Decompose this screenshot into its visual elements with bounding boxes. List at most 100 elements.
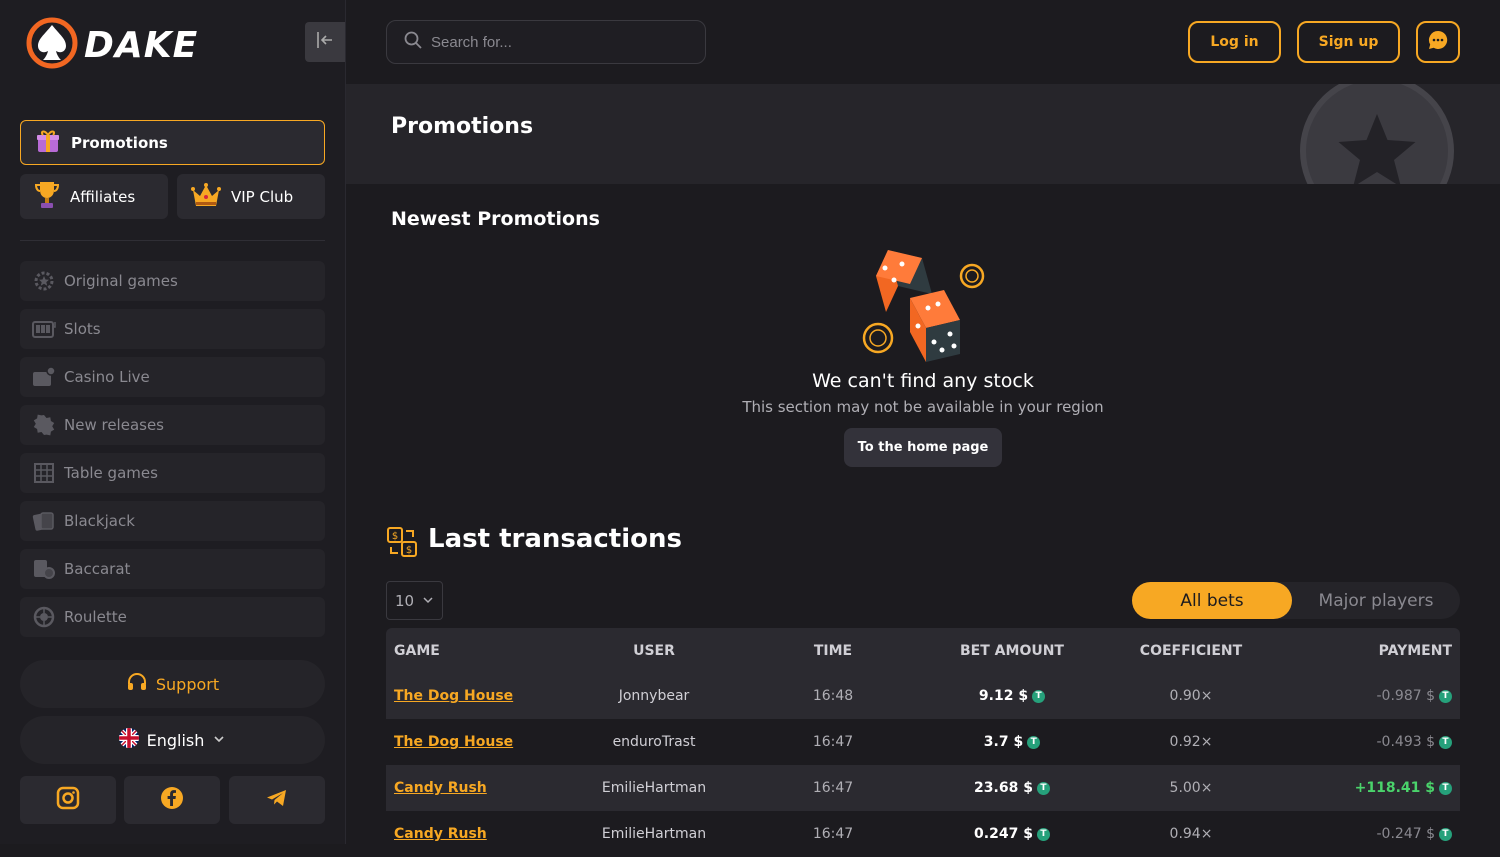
grid-board-icon (32, 461, 56, 485)
chat-icon (1427, 29, 1449, 55)
user-cell: EmilieHartman (601, 780, 707, 796)
svg-text:$: $ (406, 545, 412, 556)
sidebar-item-label: Casino Live (64, 368, 150, 386)
sidebar-divider (20, 240, 325, 241)
time-cell: 16:47 (812, 826, 854, 842)
game-link[interactable]: The Dog House (394, 688, 513, 704)
slot-machine-icon (32, 317, 56, 341)
search-box[interactable] (386, 20, 706, 64)
sidebar-item-new-releases[interactable]: New releases (20, 405, 325, 445)
payment-cell: -0.987 $ T (1262, 688, 1460, 704)
user-cell: EmilieHartman (601, 826, 707, 842)
sidebar-item-label: Baccarat (64, 560, 131, 578)
empty-state: We can't find any stock This section may… (700, 246, 1146, 467)
payment-cell: +118.41 $ T (1262, 780, 1460, 796)
star-coin-icon (1300, 84, 1454, 184)
coef-cell: 0.90× (1169, 688, 1213, 704)
payment-value: -0.493 $ (1376, 734, 1436, 750)
promotions-label: Promotions (71, 133, 168, 152)
exchange-icon: $ $ (386, 526, 418, 562)
time-cell: 16:47 (812, 734, 854, 750)
affiliates-button[interactable]: Affiliates (20, 174, 168, 219)
language-selector[interactable]: English (20, 716, 325, 764)
bet-cell: 23.68 $ T (904, 780, 1120, 796)
tether-icon: T (1439, 827, 1452, 841)
trophy-icon (34, 180, 60, 214)
spade-logo-icon (26, 17, 78, 73)
tether-icon: T (1036, 781, 1050, 795)
bets-filter-toggle: All bets Major players (1132, 582, 1460, 619)
facebook-icon (160, 786, 184, 814)
instagram-button[interactable] (20, 776, 116, 824)
transactions-table: GAME USER TIME BET AMOUNT COEFFICIENT PA… (386, 628, 1460, 857)
time-cell: 16:47 (812, 780, 854, 796)
home-page-button[interactable]: To the home page (843, 428, 1003, 467)
facebook-button[interactable] (124, 776, 220, 824)
tether-icon: T (1439, 735, 1452, 749)
language-label: English (146, 730, 205, 750)
page-title: Promotions (391, 114, 534, 139)
affiliates-label: Affiliates (70, 187, 136, 206)
promotions-button[interactable]: Promotions (20, 120, 325, 165)
tether-icon: T (1032, 689, 1046, 703)
page-size-select[interactable]: 10 (386, 581, 443, 620)
chevron-down-icon (422, 592, 434, 610)
user-cell: Jonnybear (618, 688, 690, 704)
telegram-button[interactable] (229, 776, 325, 824)
empty-title: We can't find any stock (812, 370, 1034, 392)
coef-cell: 0.94× (1169, 826, 1213, 842)
table-row: The Dog House Jonnybear 16:48 9.12 $ T 0.… (386, 673, 1460, 719)
sidebar-item-roulette[interactable]: Roulette (20, 597, 325, 637)
collapse-sidebar-button[interactable] (305, 22, 345, 62)
search-input[interactable] (431, 33, 691, 51)
bet-value: 0.247 $ (974, 826, 1033, 842)
gear-badge-icon (32, 269, 56, 293)
col-user: USER (633, 642, 675, 659)
dice-icon (858, 246, 988, 368)
support-label: Support (155, 674, 220, 694)
col-time: TIME (813, 642, 853, 659)
crown-icon (191, 182, 221, 212)
sidebar-item-casino-live[interactable]: Casino Live (20, 357, 325, 397)
bet-cell: 3.7 $ T (904, 734, 1120, 750)
tab-all-bets[interactable]: All bets (1132, 582, 1292, 619)
page-size-value: 10 (394, 591, 415, 610)
sidebar-item-label: Roulette (64, 608, 127, 626)
live-tv-icon (32, 365, 56, 389)
signup-button[interactable]: Sign up (1297, 21, 1400, 63)
payment-cell: -0.247 $ T (1262, 826, 1460, 842)
user-cell: enduroTrast (612, 734, 696, 750)
support-button[interactable]: Support (20, 660, 325, 708)
page-banner: Promotions (346, 84, 1500, 184)
payment-value: -0.987 $ (1376, 688, 1436, 704)
tether-icon: T (1439, 689, 1452, 703)
bet-value: 3.7 $ (983, 734, 1024, 750)
sidebar-item-table-games[interactable]: Table games (20, 453, 325, 493)
headphones-icon (126, 671, 148, 697)
tether-icon: T (1036, 827, 1050, 841)
logo[interactable]: DAKE (26, 17, 198, 73)
sidebar-item-label: Original games (64, 272, 178, 290)
sidebar-item-label: New releases (64, 416, 164, 434)
chat-button[interactable] (1416, 21, 1460, 63)
game-link[interactable]: The Dog House (394, 734, 513, 750)
sidebar-item-baccarat[interactable]: Baccarat (20, 549, 325, 589)
vip-club-button[interactable]: VIP Club (177, 174, 325, 219)
tether-icon: T (1439, 781, 1452, 795)
col-bet-amount: BET AMOUNT (960, 642, 1064, 659)
sidebar-item-slots[interactable]: Slots (20, 309, 325, 349)
tab-major-players[interactable]: Major players (1292, 582, 1460, 619)
uk-flag-icon (118, 728, 139, 752)
game-link[interactable]: Candy Rush (394, 780, 487, 796)
sidebar-item-original-games[interactable]: Original games (20, 261, 325, 301)
login-button[interactable]: Log in (1188, 21, 1281, 63)
payment-value: +118.41 $ (1354, 780, 1435, 796)
new-badge-icon (32, 413, 56, 437)
sidebar-item-blackjack[interactable]: Blackjack (20, 501, 325, 541)
table-row: The Dog House enduroTrast 16:47 3.7 $ T 0… (386, 719, 1460, 765)
tether-icon: T (1027, 735, 1041, 749)
newest-promotions-title: Newest Promotions (391, 208, 600, 230)
chevron-down-icon (212, 731, 226, 750)
col-game: GAME (394, 642, 440, 659)
game-link[interactable]: Candy Rush (394, 826, 487, 842)
